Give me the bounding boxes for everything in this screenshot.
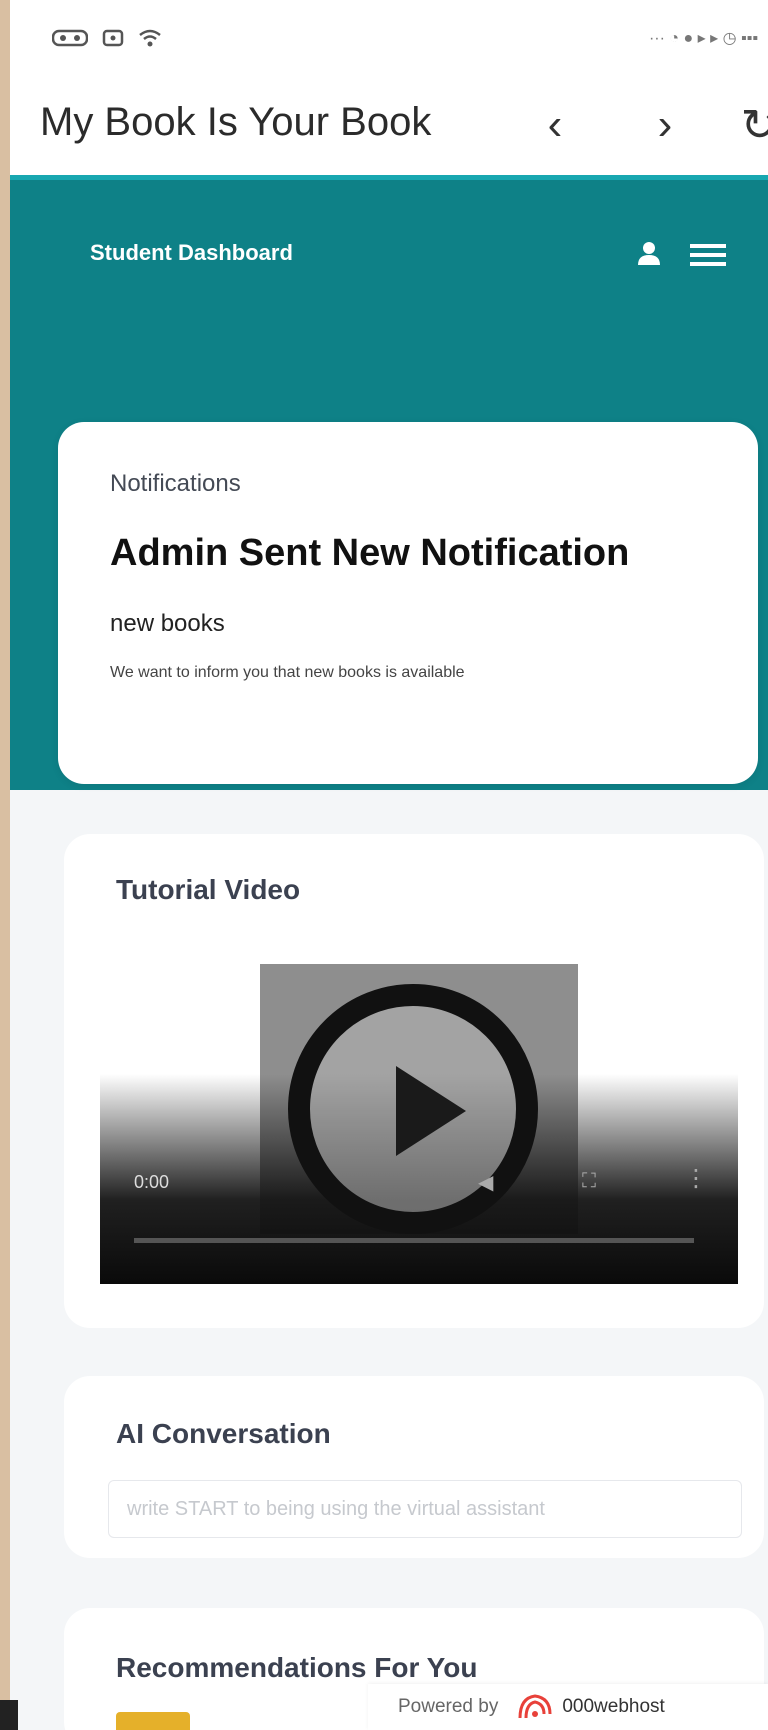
video-time: 0:00: [134, 1172, 170, 1192]
powered-by-brand: 000webhost: [562, 1696, 665, 1717]
page-title: My Book Is Your Book: [40, 100, 432, 144]
powered-by-label: Powered by: [398, 1696, 499, 1717]
tutorial-video-card: Tutorial Video 0:00 ◀ ⛶ ⋮: [64, 834, 764, 1328]
reload-icon: ↻: [740, 100, 768, 150]
ai-conversation-card: AI Conversation: [64, 1376, 764, 1558]
chevron-left-icon: ‹: [547, 100, 563, 149]
notifications-label: Notifications: [110, 470, 241, 497]
powered-by-badge[interactable]: Powered by 000webhost: [368, 1684, 768, 1730]
volume-icon[interactable]: ◀: [478, 1170, 493, 1195]
book-thumbnail[interactable]: [116, 1712, 190, 1730]
webhost-logo-icon: [518, 1694, 552, 1719]
hamburger-menu-icon[interactable]: [690, 242, 726, 268]
dashboard-title: Student Dashboard: [90, 240, 293, 265]
device-edge: [0, 1700, 18, 1730]
fullscreen-icon[interactable]: ⛶: [582, 1170, 596, 1193]
notification-subject: new books: [110, 610, 225, 637]
video-progress-bar[interactable]: [134, 1238, 694, 1243]
phone-screen: ··· ◔ ● ▸ ▸ ◷ ▪▪▪ My Book Is Your Book ‹…: [10, 0, 768, 1730]
browser-bar: My Book Is Your Book ‹ › ↻: [10, 80, 768, 180]
chevron-right-icon: ›: [657, 100, 673, 149]
back-button[interactable]: ‹: [530, 98, 580, 152]
tutorial-video-title: Tutorial Video: [116, 874, 301, 905]
more-options-icon[interactable]: ⋮: [684, 1164, 708, 1193]
ai-message-input[interactable]: [108, 1480, 742, 1538]
video-player[interactable]: 0:00 ◀ ⛶ ⋮: [100, 964, 738, 1284]
ai-conversation-title: AI Conversation: [116, 1418, 331, 1449]
wifi-icon: [139, 29, 161, 47]
forward-button[interactable]: ›: [640, 98, 690, 152]
notification-card: Notifications Admin Sent New Notificatio…: [58, 422, 758, 784]
play-icon: [396, 1066, 466, 1156]
user-icon[interactable]: [636, 240, 662, 266]
reload-button[interactable]: ↻: [734, 98, 768, 152]
status-bar: ··· ◔ ● ▸ ▸ ◷ ▪▪▪: [10, 0, 768, 80]
notification-body: We want to inform you that new books is …: [110, 664, 465, 681]
status-left-icons: [52, 28, 162, 48]
sim-icon: [102, 29, 124, 47]
recommendations-title: Recommendations For You: [116, 1652, 478, 1683]
vr-icon: [52, 29, 88, 47]
notification-heading: Admin Sent New Notification: [110, 532, 630, 574]
status-right-icons: ··· ◔ ● ▸ ▸ ◷ ▪▪▪: [648, 30, 758, 47]
